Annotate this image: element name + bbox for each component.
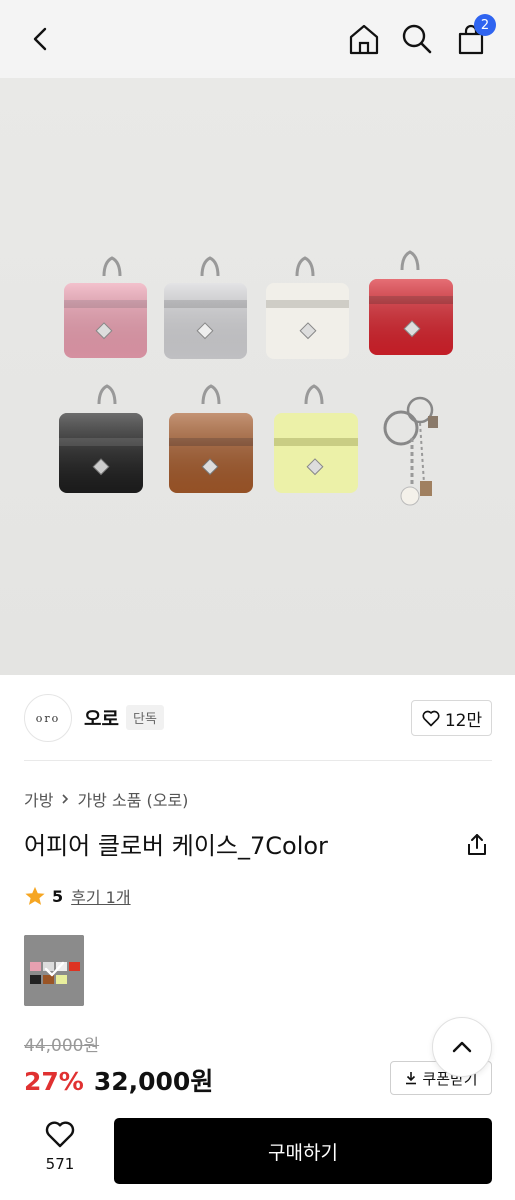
brand-name[interactable]: 오로 — [84, 704, 119, 731]
bottom-action-bar: 571 구매하기 — [0, 1105, 515, 1200]
chevron-left-icon — [33, 27, 47, 51]
case-black — [59, 384, 143, 493]
product-photo-illustration — [59, 250, 453, 506]
thumbnail-preview — [24, 935, 84, 1006]
star-icon — [25, 886, 45, 905]
heart-icon — [422, 710, 440, 727]
top-nav-bar: 2 — [0, 0, 515, 78]
brand-like-count: 12만 — [444, 710, 483, 731]
chevron-up-icon — [452, 1041, 472, 1053]
price-row: 27% 32,000원 — [24, 1062, 213, 1098]
download-icon — [406, 1072, 417, 1085]
breadcrumb-category[interactable]: 가방 — [24, 787, 53, 811]
breadcrumb-subcategory[interactable]: 가방 소품 (오로) — [77, 787, 188, 811]
wishlist-count: 571 — [45, 1155, 75, 1173]
case-silver — [164, 256, 247, 359]
product-title: 어피어 클로버 케이스_7Color — [24, 832, 328, 860]
home-button[interactable] — [345, 20, 383, 58]
home-icon — [349, 24, 379, 55]
buy-button[interactable]: 구매하기 — [114, 1118, 492, 1184]
case-ivory — [266, 256, 349, 359]
case-brown — [169, 384, 253, 493]
brand-row: oro 오로 단독 12만 — [0, 690, 515, 746]
rating-score: 5 — [52, 886, 64, 906]
keyring-charm — [383, 396, 438, 506]
sale-price: 32,000원 — [93, 1067, 214, 1096]
case-red — [369, 250, 453, 355]
cart-count-badge: 2 — [474, 14, 496, 36]
exclusive-badge: 단독 — [126, 705, 164, 730]
reviews-link[interactable]: 후기 1개 — [71, 884, 130, 908]
share-button[interactable] — [462, 830, 492, 860]
rating-row: 5 후기 1개 — [24, 884, 131, 908]
image-thumbnail[interactable] — [24, 935, 84, 1006]
divider — [24, 760, 492, 761]
product-image[interactable] — [0, 78, 515, 675]
breadcrumb: 가방 가방 소품 (오로) — [24, 787, 188, 811]
cart-button[interactable]: 2 — [452, 14, 496, 58]
search-icon — [402, 24, 432, 54]
share-icon — [468, 834, 486, 855]
original-price: 44,000원 — [24, 1036, 100, 1056]
brand-logo[interactable]: oro — [24, 694, 72, 742]
brand-like-button[interactable]: 12만 — [411, 700, 492, 736]
back-button[interactable] — [22, 20, 60, 58]
case-lime — [274, 384, 358, 493]
heart-icon — [45, 1121, 75, 1148]
chevron-right-icon — [62, 794, 69, 804]
scroll-to-top-button[interactable] — [432, 1017, 492, 1077]
search-button[interactable] — [398, 20, 436, 58]
wishlist-button[interactable]: 571 — [30, 1119, 90, 1173]
case-pink — [64, 256, 147, 358]
discount-rate: 27% — [24, 1067, 84, 1096]
